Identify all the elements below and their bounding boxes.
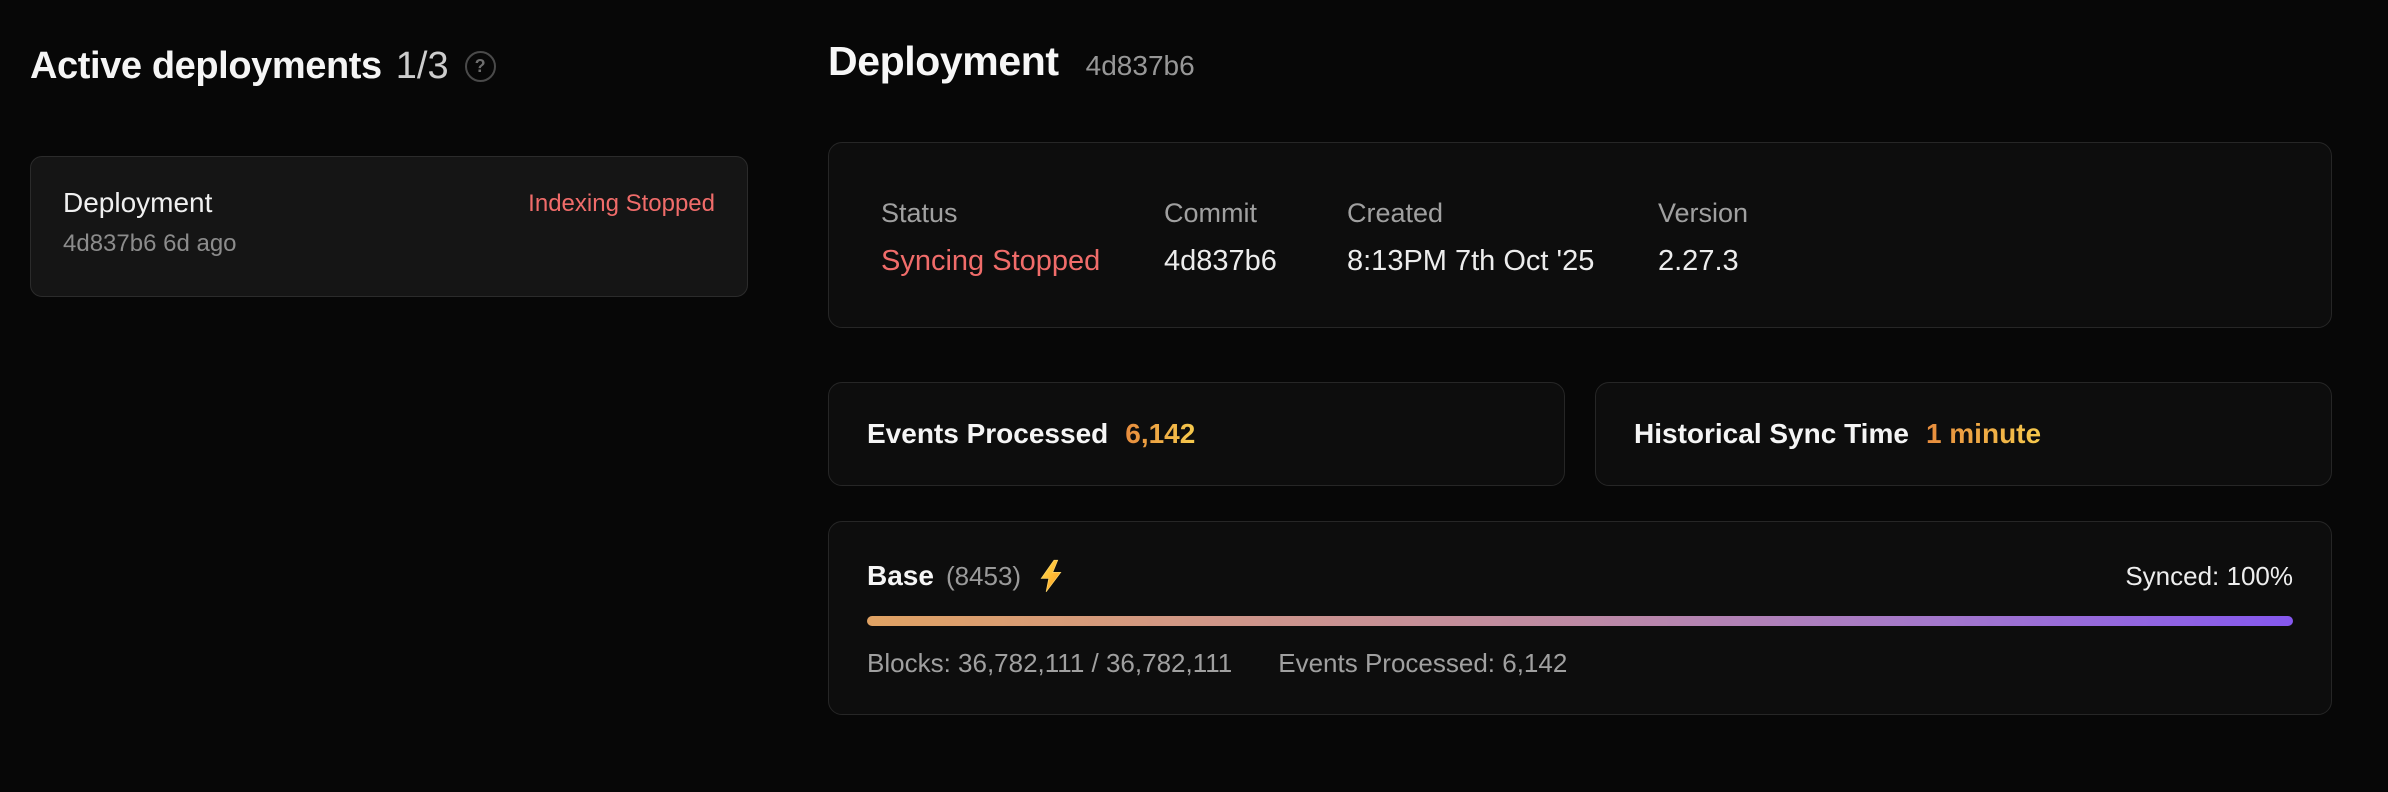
info-field-value-created: 8:13PM 7th Oct '25 [1347, 244, 1658, 279]
chain-name: Base [867, 560, 934, 592]
info-field-value-status: Syncing Stopped [881, 244, 1164, 279]
info-field-value-commit: 4d837b6 [1164, 244, 1347, 279]
deployments-page: Active deployments 1/3 ? Deployment Inde… [0, 0, 2388, 792]
info-field-label: Version [1658, 197, 1748, 229]
chain-id: (8453) [946, 561, 1021, 592]
deployment-list-item-row: Deployment Indexing Stopped [63, 185, 715, 220]
info-field-version: Version 2.27.3 [1658, 197, 1748, 273]
lightning-bolt-icon [1036, 559, 1066, 593]
deployment-detail-panel: Deployment 4d837b6 Status Syncing Stoppe… [828, 38, 2332, 792]
deployment-list-item[interactable]: Deployment Indexing Stopped 4d837b6 6d a… [30, 156, 748, 297]
info-field-status: Status Syncing Stopped [881, 197, 1164, 273]
metrics-row: Events Processed 6,142 Historical Sync T… [828, 382, 2332, 486]
events-processed-card: Events Processed 6,142 [828, 382, 1565, 486]
deployment-list-item-title: Deployment [63, 185, 212, 220]
active-deployments-header: Active deployments 1/3 ? [30, 38, 748, 94]
help-icon[interactable]: ? [465, 51, 496, 82]
deployment-detail-header: Deployment 4d837b6 [828, 38, 2332, 94]
sync-progress-bar [867, 616, 2293, 626]
chain-stats-row: Blocks: 36,782,111 / 36,782,111 Events P… [867, 648, 2293, 679]
events-processed-label: Events Processed [867, 418, 1108, 450]
panel-title: Active deployments [30, 45, 382, 88]
info-field-commit: Commit 4d837b6 [1164, 197, 1347, 273]
historical-sync-time-card: Historical Sync Time 1 minute [1595, 382, 2332, 486]
info-field-label: Status [881, 197, 1164, 229]
events-stat: Events Processed: 6,142 [1278, 648, 1567, 679]
detail-title: Deployment [828, 38, 1059, 85]
info-field-value-version: 2.27.3 [1658, 244, 1748, 279]
events-processed-value: 6,142 [1125, 418, 1195, 450]
chain-sync-card: Base (8453) Synced: 100% [828, 521, 2332, 715]
synced-percent-label: Synced: 100% [2125, 561, 2293, 592]
chain-sync-header: Base (8453) Synced: 100% [867, 556, 2293, 596]
historical-sync-time-value: 1 minute [1926, 418, 2041, 450]
historical-sync-time-label: Historical Sync Time [1634, 418, 1909, 450]
info-field-label: Created [1347, 197, 1658, 229]
deployment-info-card: Status Syncing Stopped Commit 4d837b6 Cr… [828, 142, 2332, 328]
deployment-status-badge: Indexing Stopped [528, 190, 715, 218]
commit-hash: 4d837b6 [1086, 50, 1195, 82]
sync-progress-fill [867, 616, 2293, 626]
active-deployments-panel: Active deployments 1/3 ? Deployment Inde… [30, 38, 748, 792]
info-field-created: Created 8:13PM 7th Oct '25 [1347, 197, 1658, 273]
info-field-label: Commit [1164, 197, 1347, 229]
deployment-list-item-meta: 4d837b6 6d ago [63, 230, 715, 258]
deployments-count: 1/3 [396, 45, 449, 88]
blocks-stat: Blocks: 36,782,111 / 36,782,111 [867, 648, 1232, 679]
